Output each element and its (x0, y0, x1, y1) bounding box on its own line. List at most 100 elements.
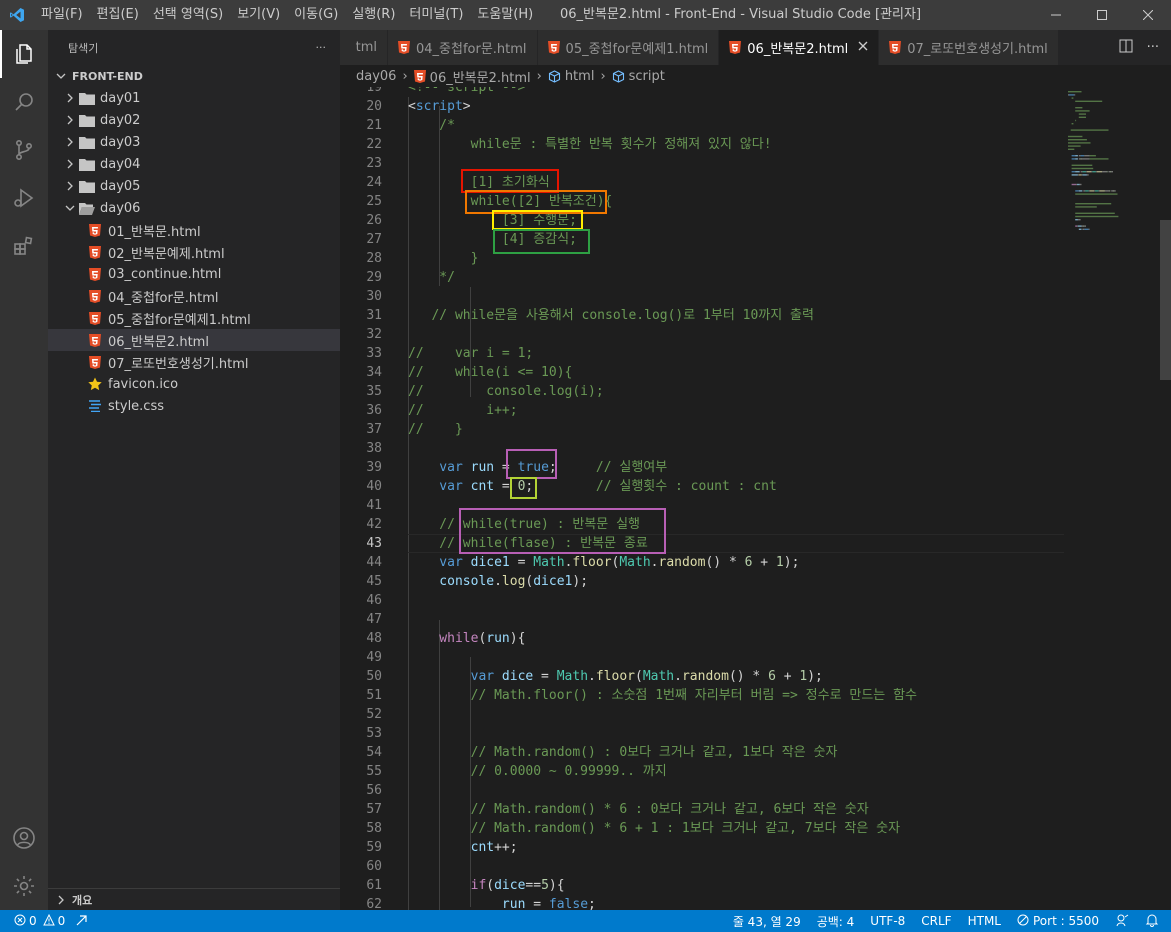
tree-file[interactable]: 01_반복문.html (48, 219, 340, 241)
menu-item[interactable]: 터미널(T) (402, 0, 470, 30)
tab-label: tml (355, 40, 377, 55)
line-number: 20 (366, 99, 382, 114)
minimap[interactable] (1064, 87, 1160, 910)
tree-item-label: day02 (100, 112, 141, 128)
tree-file[interactable]: 05_중첩for문예제1.html (48, 307, 340, 329)
menu-item[interactable]: 도움말(H) (470, 0, 540, 30)
tree-file[interactable]: 03_continue.html (48, 263, 340, 285)
extensions-icon[interactable] (0, 222, 48, 270)
minimap-line (1068, 135, 1083, 138)
element-cube-icon (612, 69, 625, 83)
indentation[interactable]: 공백: 4 (817, 913, 855, 930)
html-file-icon (86, 355, 104, 369)
maximize-icon[interactable] (1079, 0, 1125, 30)
minimap-line (1077, 183, 1080, 186)
tree-folder[interactable]: day02 (48, 109, 340, 131)
menu-item[interactable]: 보기(V) (230, 0, 287, 30)
vscode-logo-icon[interactable] (0, 0, 34, 30)
code-line: 53 (340, 724, 1064, 743)
search-icon[interactable] (0, 78, 48, 126)
line-number: 35 (366, 384, 382, 399)
live-share-icon[interactable] (75, 913, 89, 930)
tree-file[interactable]: 06_반복문2.html (48, 329, 340, 351)
code-text: // Math.random() : 0보다 크거나 같고, 1보다 작은 숫자 (408, 743, 838, 762)
settings-gear-icon[interactable] (0, 862, 48, 910)
minimap-line (1086, 171, 1087, 173)
menu-item[interactable]: 실행(R) (345, 0, 402, 30)
breadcrumb: day06 › 06_반복문2.html › html › script (340, 65, 1171, 87)
tree-folder[interactable]: day06 (48, 197, 340, 219)
line-ending[interactable]: CRLF (921, 914, 951, 928)
code-token: // var i = 1; (408, 346, 534, 361)
close-window-icon[interactable] (1125, 0, 1171, 30)
more-actions-icon[interactable]: ··· (316, 41, 327, 54)
code-token: */ (408, 270, 455, 285)
breadcrumb-file[interactable]: 06_반복문2.html (430, 67, 531, 86)
breadcrumb-script[interactable]: script (629, 69, 665, 84)
encoding[interactable]: UTF-8 (870, 914, 905, 928)
code-line: 27 [4] 증감식; (340, 230, 1064, 249)
account-icon[interactable] (0, 814, 48, 862)
tree-folder[interactable]: day01 (48, 87, 340, 109)
tree-folder[interactable]: day05 (48, 175, 340, 197)
tree-file[interactable]: 02_반복문예제.html (48, 241, 340, 263)
source-control-icon[interactable] (0, 126, 48, 174)
code-line: 45 console.log(dice1); (340, 572, 1064, 591)
code-text: run = false; (408, 895, 596, 910)
line-number: 40 (366, 479, 382, 494)
minimap-line (1075, 225, 1077, 227)
tree-file[interactable]: 04_중첩for문.html (48, 285, 340, 307)
file-tree: day01 day02 day03 day04 day05 day06 01_반복문.htm… (48, 87, 340, 417)
tree-file[interactable]: favicon.ico (48, 373, 340, 395)
chevron-right-icon (54, 895, 68, 905)
tree-folder[interactable]: day03 (48, 131, 340, 153)
code-token: = (509, 555, 534, 570)
minimap-line (1091, 171, 1093, 173)
chevron-right-icon (62, 93, 78, 103)
tree-file[interactable]: style.css (48, 395, 340, 417)
line-number: 45 (366, 574, 382, 589)
live-server-port[interactable]: Port : 5500 (1017, 914, 1099, 929)
close-tab-icon[interactable] (858, 40, 868, 55)
minimap-line (1075, 158, 1078, 160)
code-line: 32 (340, 325, 1064, 344)
tab[interactable]: tml (340, 30, 388, 65)
minimap-line (1075, 190, 1079, 192)
menu-item[interactable]: 선택 영역(S) (146, 0, 230, 30)
tab[interactable]: 06_반복문2.html (719, 30, 880, 65)
breadcrumb-html[interactable]: html (565, 69, 595, 84)
language-mode[interactable]: HTML (968, 914, 1001, 928)
tab[interactable]: 07_로또번호생성기.html (879, 30, 1059, 65)
code-text: while문 : 특별한 반복 횟수가 정해져 있지 않다! (408, 135, 772, 154)
notifications-bell-icon[interactable] (1145, 913, 1159, 930)
minimap-line (1088, 190, 1090, 192)
code-line: 24 [1] 초기화식 (340, 173, 1064, 192)
code-line: 28 } (340, 249, 1064, 268)
code-token: () * (705, 555, 745, 570)
more-actions-icon[interactable]: ··· (1147, 40, 1159, 55)
minimize-icon[interactable] (1033, 0, 1079, 30)
line-number: 25 (366, 194, 382, 209)
feedback-icon[interactable] (1115, 913, 1129, 930)
minimap-line (1077, 174, 1079, 176)
problems-indicator[interactable]: 0 0 (14, 913, 65, 929)
vertical-scrollbar[interactable] (1160, 87, 1171, 910)
menu-item[interactable]: 이동(G) (287, 0, 345, 30)
code-token: while (408, 631, 479, 646)
tree-folder[interactable]: day04 (48, 153, 340, 175)
cursor-position[interactable]: 줄 43, 열 29 (733, 913, 801, 930)
outline-section[interactable]: 개요 (48, 888, 340, 910)
annotation-box-statement (492, 210, 583, 230)
menu-item[interactable]: 파일(F) (34, 0, 90, 30)
breadcrumb-folder[interactable]: day06 (356, 69, 396, 84)
split-editor-icon[interactable] (1119, 39, 1133, 57)
workspace-section[interactable]: FRONT-END (48, 65, 340, 87)
tab[interactable]: 05_중첩for문예제1.html (537, 30, 720, 65)
tree-file[interactable]: 07_로또번호생성기.html (48, 351, 340, 373)
scrollbar-thumb[interactable] (1160, 220, 1171, 380)
menu-item[interactable]: 편집(E) (90, 0, 146, 30)
tab[interactable]: 04_중첩for문.html (388, 30, 538, 65)
explorer-icon[interactable] (0, 30, 48, 78)
run-debug-icon[interactable] (0, 174, 48, 222)
code-editor[interactable]: 19 <!-- script --> 20 <script> 21 /* 22 while… (340, 87, 1171, 910)
